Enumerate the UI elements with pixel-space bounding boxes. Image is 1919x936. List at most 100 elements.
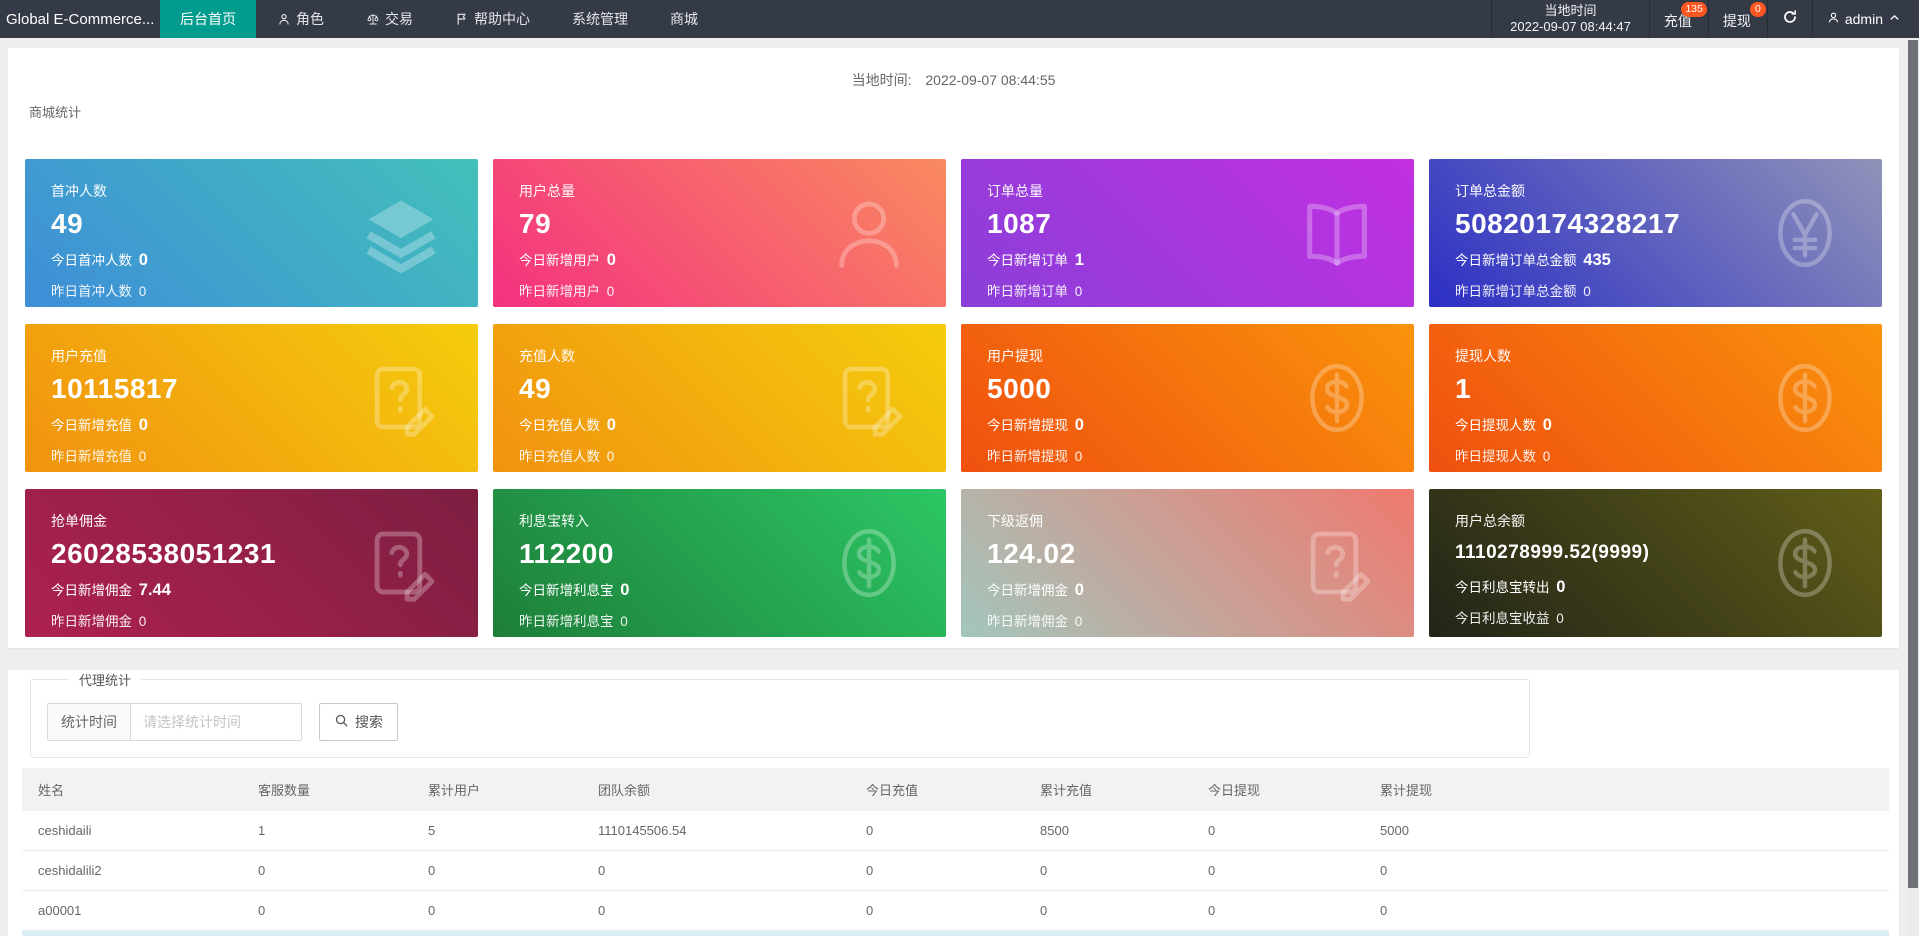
nav-item-4[interactable]: 帮助中心 <box>434 0 551 38</box>
user-menu[interactable]: admin <box>1811 0 1919 38</box>
scrollbar-thumb[interactable] <box>1908 40 1918 888</box>
person-icon <box>828 192 910 274</box>
local-time-value: 2022-09-07 08:44:47 <box>1510 19 1631 34</box>
table-cell: 0 <box>1364 850 1889 891</box>
table-cell: 0 <box>850 890 1024 931</box>
table-cell: 0 <box>412 850 582 891</box>
search-button[interactable]: 搜索 <box>319 703 398 741</box>
withdraw-notice-button[interactable]: 提现 0 <box>1707 0 1767 38</box>
yen-icon <box>1764 192 1846 274</box>
table-cell: ceshidalili2 <box>22 850 242 891</box>
agent-filter-row: 统计时间 搜索 <box>47 703 1513 741</box>
table-cell: 8500 <box>1024 811 1192 851</box>
withdraw-badge: 0 <box>1749 2 1766 17</box>
agent-stats-panel: 代理统计 统计时间 搜索 姓名客服数量累计用户团队余额今日充值累计充值今日提现累… <box>8 670 1899 936</box>
agent-table-header-row: 姓名 客服数量 累计用户 团队余额 今日充值 累计充值 今日提现 累计提现 <box>22 768 1889 811</box>
table-row-3: a00001 0 0 0 0 0 0 0 <box>22 890 1889 931</box>
dollar-icon <box>1296 357 1378 439</box>
stat-card-2: 用户总量 79 今日新增用户 0 昨日新增用户 0 <box>493 159 946 307</box>
topbar-right: 当地时间 2022-09-07 08:44:47 充值 135 提现 0 adm… <box>1491 0 1919 38</box>
stat-time-label: 统计时间 <box>47 703 130 741</box>
stat-card-line2: 今日利息宝收益 0 <box>1455 611 1564 626</box>
shop-stats-panel: 当地时间: 2022-09-07 08:44:55 商城统计 首冲人数 49 今… <box>8 48 1899 648</box>
main-nav: 后台首页 角色 交易 帮助中心 系统管理 商城 <box>160 0 719 38</box>
agent-table-body: ceshidaili 1 5 1110145506.54 0 8500 0 5000 ceshi… <box>22 811 1889 931</box>
stat-card-5: 用户充值 10115817 今日新增充值 0 昨日新增充值 0 <box>25 324 478 472</box>
content-local-time: 当地时间: 2022-09-07 08:44:55 <box>25 48 1882 90</box>
table-header-cell: 今日提现 <box>1192 768 1364 811</box>
table-cell: 0 <box>242 890 412 931</box>
stat-card-3: 订单总量 1087 今日新增订单 1 昨日新增订单 0 <box>961 159 1414 307</box>
table-header-cell: 累计用户 <box>412 768 582 811</box>
recharge-badge: 135 <box>1681 2 1707 17</box>
table-row-2: ceshidalili2 0 0 0 0 0 0 0 <box>22 850 1889 891</box>
stat-card-1: 首冲人数 49 今日首冲人数 0 昨日首冲人数 0 <box>25 159 478 307</box>
page-scrollbar[interactable] <box>1907 38 1919 936</box>
nav-item-label: 后台首页 <box>180 11 236 27</box>
table-cell: 0 <box>850 850 1024 891</box>
table-cell: 0 <box>1192 850 1364 891</box>
table-cell: ceshidaili <box>22 811 242 851</box>
main-content: 当地时间: 2022-09-07 08:44:55 商城统计 首冲人数 49 今… <box>0 38 1907 936</box>
stat-card-11: 下级返佣 124.02 今日新增佣金 0 昨日新增佣金 0 <box>961 489 1414 637</box>
table-header-cell: 客服数量 <box>242 768 412 811</box>
table-cell: 1110145506.54 <box>582 811 850 851</box>
table-cell: 5 <box>412 811 582 851</box>
doc-edit-icon <box>360 522 442 604</box>
stat-card-10: 利息宝转入 112200 今日新增利息宝 0 昨日新增利息宝 0 <box>493 489 946 637</box>
stat-card-12: 用户总余额 1110278999.52(9999) 今日利息宝转出 0 今日利息… <box>1429 489 1882 637</box>
search-button-label: 搜索 <box>355 714 383 730</box>
user-icon <box>277 12 291 26</box>
doc-edit-icon <box>828 357 910 439</box>
stat-card-line2: 昨日新增利息宝 0 <box>519 614 628 629</box>
nav-item-5[interactable]: 系统管理 <box>551 0 649 38</box>
stat-card-line2: 昨日新增提现 0 <box>987 449 1083 464</box>
book-icon <box>1296 192 1378 274</box>
stat-card-7: 用户提现 5000 今日新增提现 0 昨日新增提现 0 <box>961 324 1414 472</box>
stat-time-input[interactable] <box>130 703 302 741</box>
table-header-cell: 姓名 <box>22 768 242 811</box>
agent-stats-fieldset: 代理统计 统计时间 搜索 <box>30 670 1530 758</box>
stat-card-line2: 昨日新增佣金 0 <box>987 614 1083 629</box>
nav-item-2[interactable]: 角色 <box>256 0 345 38</box>
nav-item-6[interactable]: 商城 <box>649 0 719 38</box>
nav-item-label: 交易 <box>385 11 413 27</box>
nav-item-label: 角色 <box>296 11 324 27</box>
search-icon <box>334 713 349 731</box>
nav-item-label: 商城 <box>670 11 698 27</box>
agent-stats-title: 代理统计 <box>79 673 132 688</box>
table-cell: 0 <box>1192 811 1364 851</box>
stat-card-8: 提现人数 1 今日提现人数 0 昨日提现人数 0 <box>1429 324 1882 472</box>
stat-card-line2: 昨日提现人数 0 <box>1455 449 1551 464</box>
table-cell: 0 <box>582 850 850 891</box>
recharge-notice-button[interactable]: 充值 135 <box>1648 0 1708 38</box>
dollar-icon <box>828 522 910 604</box>
table-cell: a00001 <box>22 890 242 931</box>
content-time-value: 2022-09-07 08:44:55 <box>925 72 1056 88</box>
table-cell: 0 <box>412 890 582 931</box>
stat-card-line2: 昨日充值人数 0 <box>519 449 615 464</box>
local-time-block: 当地时间 2022-09-07 08:44:47 <box>1491 0 1649 38</box>
stat-card-line2: 昨日新增用户 0 <box>519 284 615 299</box>
user-name: admin <box>1844 11 1883 27</box>
stat-card-9: 抢单佣金 26028538051231 今日新增佣金 7.44 昨日新增佣金 0 <box>25 489 478 637</box>
refresh-button[interactable] <box>1766 0 1812 38</box>
table-header-cell: 累计提现 <box>1364 768 1889 811</box>
table-cell: 1 <box>242 811 412 851</box>
table-cell: 0 <box>582 890 850 931</box>
stats-grid: 首冲人数 49 今日首冲人数 0 昨日首冲人数 0 用户总量 79 今日新增用户… <box>25 159 1882 637</box>
scale-icon <box>366 12 380 26</box>
stat-card-4: 订单总金额 50820174328217 今日新增订单总金额 435 昨日新增订… <box>1429 159 1882 307</box>
stat-card-line2: 昨日首冲人数 0 <box>51 284 147 299</box>
table-bottom-strip <box>22 931 1889 936</box>
layers-icon <box>360 192 442 274</box>
nav-item-1[interactable]: 后台首页 <box>160 0 256 38</box>
content-time-label: 当地时间: <box>851 72 912 88</box>
table-cell: 0 <box>242 850 412 891</box>
withdraw-label: 提现 <box>1722 13 1751 29</box>
dollar-icon <box>1764 522 1846 604</box>
stat-card-line2: 昨日新增佣金 0 <box>51 614 147 629</box>
local-time-label: 当地时间 <box>1544 3 1597 18</box>
nav-item-3[interactable]: 交易 <box>345 0 434 38</box>
stat-card-6: 充值人数 49 今日充值人数 0 昨日充值人数 0 <box>493 324 946 472</box>
